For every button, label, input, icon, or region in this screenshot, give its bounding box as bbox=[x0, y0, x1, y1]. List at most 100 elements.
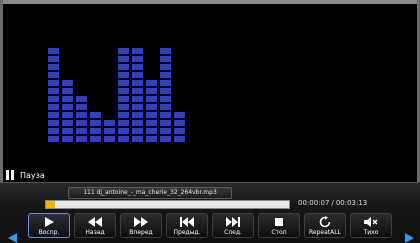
top-border bbox=[0, 0, 420, 4]
spectrum-cell bbox=[48, 104, 59, 110]
spectrum-cell bbox=[76, 104, 87, 110]
spectrum-cell bbox=[160, 80, 171, 86]
spectrum-cell bbox=[62, 80, 73, 86]
spectrum-cell bbox=[118, 136, 129, 142]
stop-icon bbox=[274, 216, 284, 228]
spectrum-cell bbox=[48, 64, 59, 70]
rewind-icon bbox=[88, 216, 102, 228]
media-player-screen: Пауза 111 dj_antoine_-_ma_cherie_32_264v… bbox=[0, 0, 420, 243]
spectrum-cell bbox=[132, 112, 143, 118]
fast-forward-button[interactable]: Вперед bbox=[120, 213, 162, 238]
spectrum-cell bbox=[118, 128, 129, 134]
spectrum-cell bbox=[62, 104, 73, 110]
spectrum-cell bbox=[48, 112, 59, 118]
spectrum-cell bbox=[118, 80, 129, 86]
spectrum-cell bbox=[48, 80, 59, 86]
spectrum-cell bbox=[132, 56, 143, 62]
spectrum-cell bbox=[160, 128, 171, 134]
spectrum-cell bbox=[146, 112, 157, 118]
spectrum-cell bbox=[160, 136, 171, 142]
spectrum-cell bbox=[62, 88, 73, 94]
spectrum-cell bbox=[48, 136, 59, 142]
spectrum-cell bbox=[118, 104, 129, 110]
mute-button-label: Тихо bbox=[363, 228, 379, 236]
spectrum-cell bbox=[160, 72, 171, 78]
spectrum-cell bbox=[146, 88, 157, 94]
next-track-button-label: След. bbox=[224, 228, 242, 236]
spectrum-cell bbox=[146, 104, 157, 110]
spectrum-cell bbox=[118, 64, 129, 70]
playback-status: Пауза bbox=[6, 168, 45, 182]
spectrum-cell bbox=[160, 96, 171, 102]
progress-bar[interactable] bbox=[45, 200, 290, 209]
repeat-icon bbox=[319, 215, 331, 228]
spectrum-cell bbox=[62, 112, 73, 118]
spectrum-cell bbox=[132, 136, 143, 142]
spectrum-cell bbox=[48, 56, 59, 62]
spectrum-cell bbox=[104, 128, 115, 134]
mute-button[interactable]: Тихо bbox=[350, 213, 392, 238]
spectrum-cell bbox=[48, 128, 59, 134]
spectrum-cell bbox=[76, 120, 87, 126]
spectrum-cell bbox=[62, 120, 73, 126]
spectrum-cell bbox=[62, 136, 73, 142]
previous-track-button-label: Предыд. bbox=[173, 228, 201, 236]
spectrum-cell bbox=[118, 120, 129, 126]
rewind-button[interactable]: Назад bbox=[74, 213, 116, 238]
spectrum-cell bbox=[132, 96, 143, 102]
play-button[interactable]: Воспр. bbox=[28, 213, 70, 238]
spectrum-cell bbox=[76, 96, 87, 102]
stop-button-label: Стоп bbox=[271, 228, 287, 236]
spectrum-cell bbox=[146, 128, 157, 134]
spectrum-cell bbox=[48, 96, 59, 102]
spectrum-cell bbox=[90, 112, 101, 118]
spectrum-cell bbox=[132, 120, 143, 126]
spectrum-cell bbox=[118, 88, 129, 94]
total-duration: 00:03:13 bbox=[335, 199, 368, 207]
stop-button[interactable]: Стоп bbox=[258, 213, 300, 238]
track-filename: 111 dj_antoine_-_ma_cherie_32_264vbr.mp3 bbox=[68, 187, 232, 199]
spectrum-cell bbox=[174, 120, 185, 126]
control-panel: 111 dj_antoine_-_ma_cherie_32_264vbr.mp3… bbox=[0, 182, 420, 243]
spectrum-cell bbox=[132, 72, 143, 78]
spectrum-cell bbox=[160, 112, 171, 118]
spectrum-cell bbox=[90, 136, 101, 142]
spectrum-cell bbox=[48, 88, 59, 94]
spectrum-cell bbox=[174, 136, 185, 142]
spectrum-cell bbox=[132, 88, 143, 94]
status-label: Пауза bbox=[20, 170, 45, 180]
next-track-icon bbox=[226, 216, 240, 228]
spectrum-cell bbox=[160, 88, 171, 94]
spectrum-cell bbox=[132, 80, 143, 86]
spectrum-cell bbox=[48, 72, 59, 78]
previous-track-button[interactable]: Предыд. bbox=[166, 213, 208, 238]
progress-fill bbox=[46, 201, 55, 208]
rewind-button-label: Назад bbox=[85, 228, 105, 236]
spectrum-cell bbox=[48, 120, 59, 126]
spectrum-cell bbox=[118, 96, 129, 102]
spectrum-cell bbox=[76, 112, 87, 118]
spectrum-cell bbox=[132, 128, 143, 134]
spectrum-cell bbox=[118, 56, 129, 62]
play-button-label: Воспр. bbox=[38, 228, 60, 236]
spectrum-cell bbox=[160, 120, 171, 126]
spectrum-cell bbox=[76, 136, 87, 142]
spectrum-cell bbox=[62, 128, 73, 134]
time-readout: 00:00:07/00:03:13 bbox=[298, 199, 367, 207]
spectrum-cell bbox=[160, 48, 171, 54]
spectrum-cell bbox=[90, 120, 101, 126]
spectrum-cell bbox=[160, 104, 171, 110]
spectrum-cell bbox=[132, 48, 143, 54]
next-track-button[interactable]: След. bbox=[212, 213, 254, 238]
previous-track-icon bbox=[180, 216, 194, 228]
spectrum-cell bbox=[146, 80, 157, 86]
spectrum-cell bbox=[174, 112, 185, 118]
spectrum-cell bbox=[76, 128, 87, 134]
time-separator: / bbox=[331, 199, 334, 207]
spectrum-cell bbox=[146, 136, 157, 142]
pause-icon bbox=[6, 170, 15, 180]
spectrum-cell bbox=[160, 56, 171, 62]
spectrum-cell bbox=[118, 72, 129, 78]
spectrum-cell bbox=[118, 48, 129, 54]
repeat-all-button[interactable]: RepeatALL bbox=[304, 213, 346, 238]
